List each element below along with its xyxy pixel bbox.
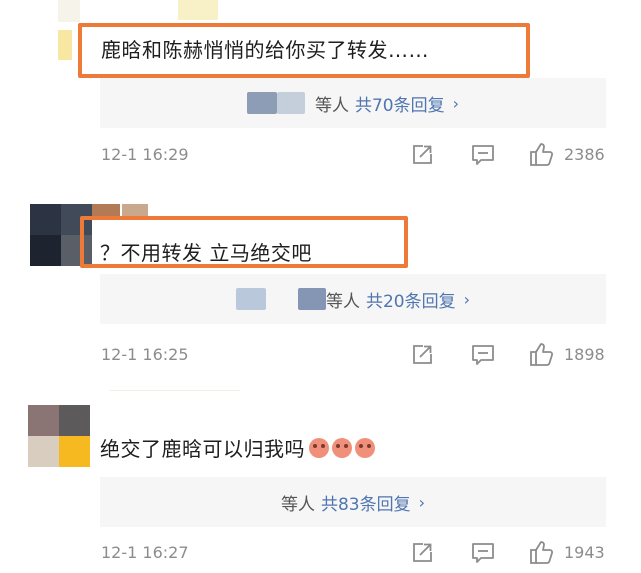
- share-icon[interactable]: [410, 143, 434, 167]
- like-count: 1943: [564, 543, 605, 562]
- comment-icon[interactable]: [470, 143, 496, 167]
- blurred-username: [235, 288, 266, 310]
- thumbs-up-icon[interactable]: [528, 140, 556, 168]
- thumbs-up-icon[interactable]: [528, 340, 556, 368]
- like-count: 1898: [564, 345, 605, 364]
- share-icon[interactable]: [410, 343, 434, 367]
- crying-face-emoji: [309, 437, 329, 458]
- reply-count-link[interactable]: 共83条回复: [321, 490, 411, 515]
- reply-count-link[interactable]: 共70条回复: [355, 91, 445, 116]
- like-count: 2386: [564, 145, 605, 164]
- reply-prefix: 等人: [280, 494, 315, 515]
- blurred-username: [246, 92, 277, 114]
- comment-icon[interactable]: [470, 343, 496, 367]
- comment-text: 鹿晗和陈赫悄悄的给你买了转发……: [101, 38, 429, 62]
- crying-face-emoji: [332, 437, 352, 458]
- comment-text: ？不用转发 立马绝交吧: [100, 241, 312, 265]
- reply-summary[interactable]: 等人 共70条回复 ›: [100, 78, 606, 128]
- comment-text: 绝交了鹿晗可以归我吗: [100, 437, 305, 461]
- comment-2: ？不用转发 立马绝交吧 等人 共20条回复 › 12-1 16:25 1898: [0, 190, 641, 385]
- chevron-right-icon: ›: [452, 93, 460, 113]
- blurred-username: [276, 92, 305, 114]
- chevron-right-icon: ›: [463, 289, 471, 309]
- reply-count-link[interactable]: 共20条回复: [366, 287, 456, 312]
- chevron-right-icon: ›: [418, 492, 426, 512]
- avatar[interactable]: [28, 405, 90, 467]
- reply-prefix: 等人: [325, 291, 360, 312]
- share-icon[interactable]: [410, 541, 434, 565]
- reply-summary[interactable]: 等人 共83条回复 ›: [100, 477, 606, 527]
- comment-icon[interactable]: [470, 541, 496, 565]
- reply-summary[interactable]: 等人 共20条回复 ›: [100, 274, 606, 324]
- comment-time: 12-1 16:27: [101, 543, 189, 562]
- crying-face-emoji: [355, 437, 375, 458]
- comment-time: 12-1 16:29: [101, 145, 189, 164]
- divider: [110, 390, 240, 391]
- comment-time: 12-1 16:25: [101, 345, 189, 364]
- comment-3: 绝交了鹿晗可以归我吗 等人 共83条回复 › 12-1 16:27 1943: [0, 385, 641, 573]
- comment-1: 鹿晗和陈赫悄悄的给你买了转发…… 等人 共70条回复 › 12-1 16:29 …: [0, 0, 641, 190]
- blurred-username: [297, 288, 326, 310]
- reply-prefix: 等人: [314, 95, 349, 116]
- comment-body: 绝交了鹿晗可以归我吗: [100, 433, 375, 462]
- thumbs-up-icon[interactable]: [528, 538, 556, 566]
